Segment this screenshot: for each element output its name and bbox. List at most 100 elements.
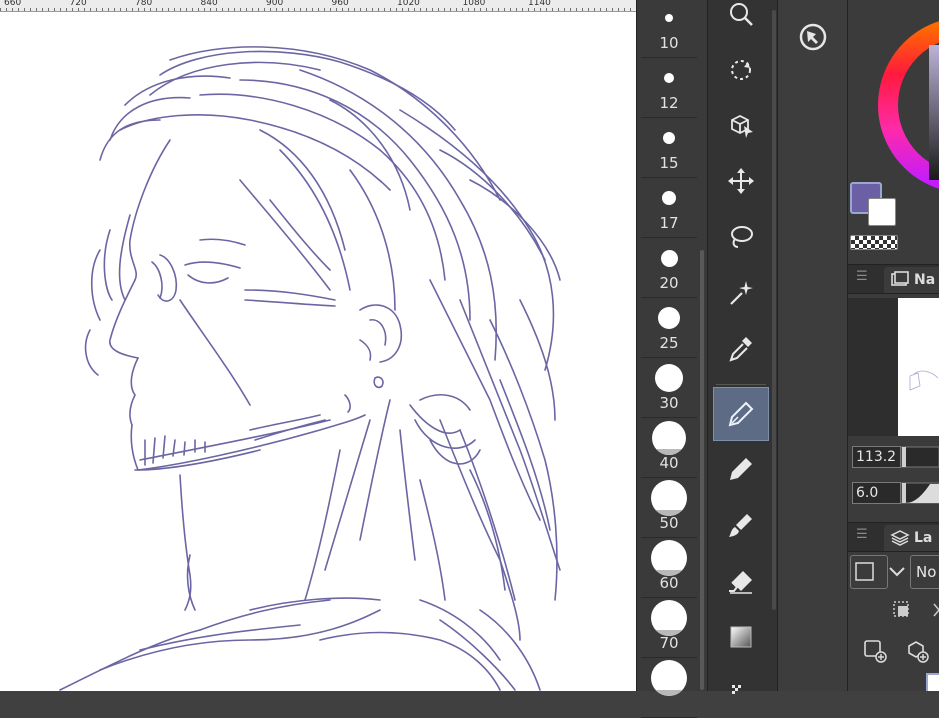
- ruler-tick: [108, 8, 109, 11]
- ruler-tick: [366, 8, 367, 11]
- tool-pen[interactable]: [713, 387, 769, 441]
- chevron-down-icon[interactable]: [886, 560, 908, 582]
- ruler-tick: [336, 8, 337, 11]
- ruler-tick: [120, 8, 121, 11]
- tool-scrollbar[interactable]: [772, 10, 776, 610]
- navigator-reset-icon[interactable]: [796, 20, 830, 54]
- ruler-tick: [354, 8, 355, 11]
- ruler-tick: [480, 8, 481, 11]
- brush-size-item[interactable]: 60: [641, 538, 697, 598]
- ruler-tick: [168, 8, 169, 11]
- tool-rotate[interactable]: [714, 44, 768, 96]
- ruler-tick: [372, 8, 373, 11]
- tool-move[interactable]: [714, 155, 768, 207]
- ruler-tick: [300, 8, 301, 11]
- ruler-tick: [582, 8, 583, 11]
- brush-size-item[interactable]: 12: [641, 58, 697, 118]
- tool-eraser[interactable]: [714, 555, 768, 607]
- tool-fill[interactable]: [714, 611, 768, 663]
- ruler-tick: [180, 8, 181, 11]
- brush-density-slider[interactable]: [900, 482, 939, 504]
- ruler-tick: [558, 8, 559, 11]
- object-select-icon: [731, 114, 753, 138]
- ruler-tick: [0, 8, 1, 11]
- brush-size-item[interactable]: 20: [641, 238, 697, 298]
- brush-size-scrollbar[interactable]: [700, 250, 704, 690]
- tool-eyedropper[interactable]: [714, 322, 768, 374]
- tool-object[interactable]: [714, 99, 768, 151]
- tool-magic-wand[interactable]: [714, 266, 768, 318]
- panel-menu-icon[interactable]: ☰: [856, 269, 868, 284]
- brush-size-slider[interactable]: [900, 446, 939, 468]
- ruler-tick: [576, 8, 577, 11]
- blend-mode-select[interactable]: No: [910, 555, 939, 589]
- tab-navigator[interactable]: Na: [884, 267, 939, 293]
- brush-density-row: 6.0: [850, 480, 939, 506]
- eyedropper-icon: [729, 337, 752, 362]
- ruler-tick: [396, 8, 397, 11]
- tool-pencil[interactable]: [714, 443, 768, 495]
- ruler-tick: [444, 8, 445, 11]
- pencil-icon: [730, 458, 752, 480]
- ruler-tick: [114, 8, 115, 11]
- tool-zoom[interactable]: [714, 0, 768, 40]
- layer-thumbnail[interactable]: [926, 672, 939, 691]
- zoom-icon: [730, 3, 753, 26]
- ruler-tick: [606, 8, 607, 11]
- brush-size-item[interactable]: 30: [641, 358, 697, 418]
- drawing-canvas[interactable]: 660 720 780 840 900 960 1020 1080 1140: [0, 0, 636, 691]
- brush-size-item[interactable]: 70: [641, 598, 697, 658]
- ruler-tick: [192, 8, 193, 11]
- layer-tab-label: La: [914, 530, 933, 546]
- brush-size-label: 40: [659, 454, 679, 472]
- layer-panel-menu-icon[interactable]: ☰: [856, 527, 868, 542]
- new-vector-layer-icon[interactable]: [904, 638, 930, 664]
- tool-lasso[interactable]: [714, 211, 768, 263]
- brush-size-item[interactable]: [641, 658, 697, 718]
- tab-layer[interactable]: La: [884, 525, 939, 551]
- ruler-tick: [18, 8, 19, 11]
- layer-color-toggle[interactable]: [850, 555, 888, 589]
- ruler-tick: [534, 8, 535, 11]
- navigator-preview[interactable]: [898, 298, 939, 436]
- ruler-tick: [588, 8, 589, 11]
- ruler-tick: [24, 8, 25, 11]
- brush-size-item[interactable]: 17: [641, 178, 697, 238]
- brush-size-label: 17: [659, 214, 679, 232]
- brush-size-dot: [658, 307, 680, 329]
- brush-size-dot: [652, 421, 686, 455]
- ruler-tick: [72, 8, 73, 11]
- brush-size-dot: [665, 14, 673, 22]
- ruler-tick: [186, 8, 187, 11]
- brush-size-item[interactable]: 50: [641, 478, 697, 538]
- transparent-color-swatch[interactable]: [850, 235, 898, 250]
- brush-size-field[interactable]: 113.2: [852, 446, 901, 468]
- ruler-tick: [174, 8, 175, 11]
- sub-color-swatch[interactable]: [868, 198, 896, 226]
- ruler-tick: [432, 8, 433, 11]
- ruler-tick: [258, 8, 259, 11]
- brush-size-dot: [651, 480, 687, 516]
- new-raster-layer-icon[interactable]: [862, 638, 888, 664]
- brush-size-item[interactable]: 40: [641, 418, 697, 478]
- ruler-tick: [408, 8, 409, 11]
- ruler-tick: [618, 8, 619, 11]
- ruler-tick: [516, 8, 517, 11]
- ruler-tick: [162, 8, 163, 11]
- ruler-tick: [594, 8, 595, 11]
- ruler-tick: [234, 8, 235, 11]
- tool-gradient[interactable]: [714, 666, 768, 718]
- brush-size-label: 20: [659, 274, 679, 292]
- ruler-tick: [384, 8, 385, 11]
- ruler-tick: [6, 8, 7, 11]
- ruler-label: 720: [69, 0, 87, 8]
- layer-clip-icon[interactable]: [890, 598, 914, 622]
- brush-size-item[interactable]: 25: [641, 298, 697, 358]
- brush-size-item[interactable]: 15: [641, 118, 697, 178]
- brush-size-item[interactable]: 10: [641, 0, 697, 58]
- layer-lock-icon[interactable]: [932, 598, 939, 622]
- brush-density-field[interactable]: 6.0: [852, 482, 901, 504]
- tool-brush[interactable]: [714, 499, 768, 551]
- ruler-tick: [210, 8, 211, 11]
- ruler-tick: [252, 8, 253, 11]
